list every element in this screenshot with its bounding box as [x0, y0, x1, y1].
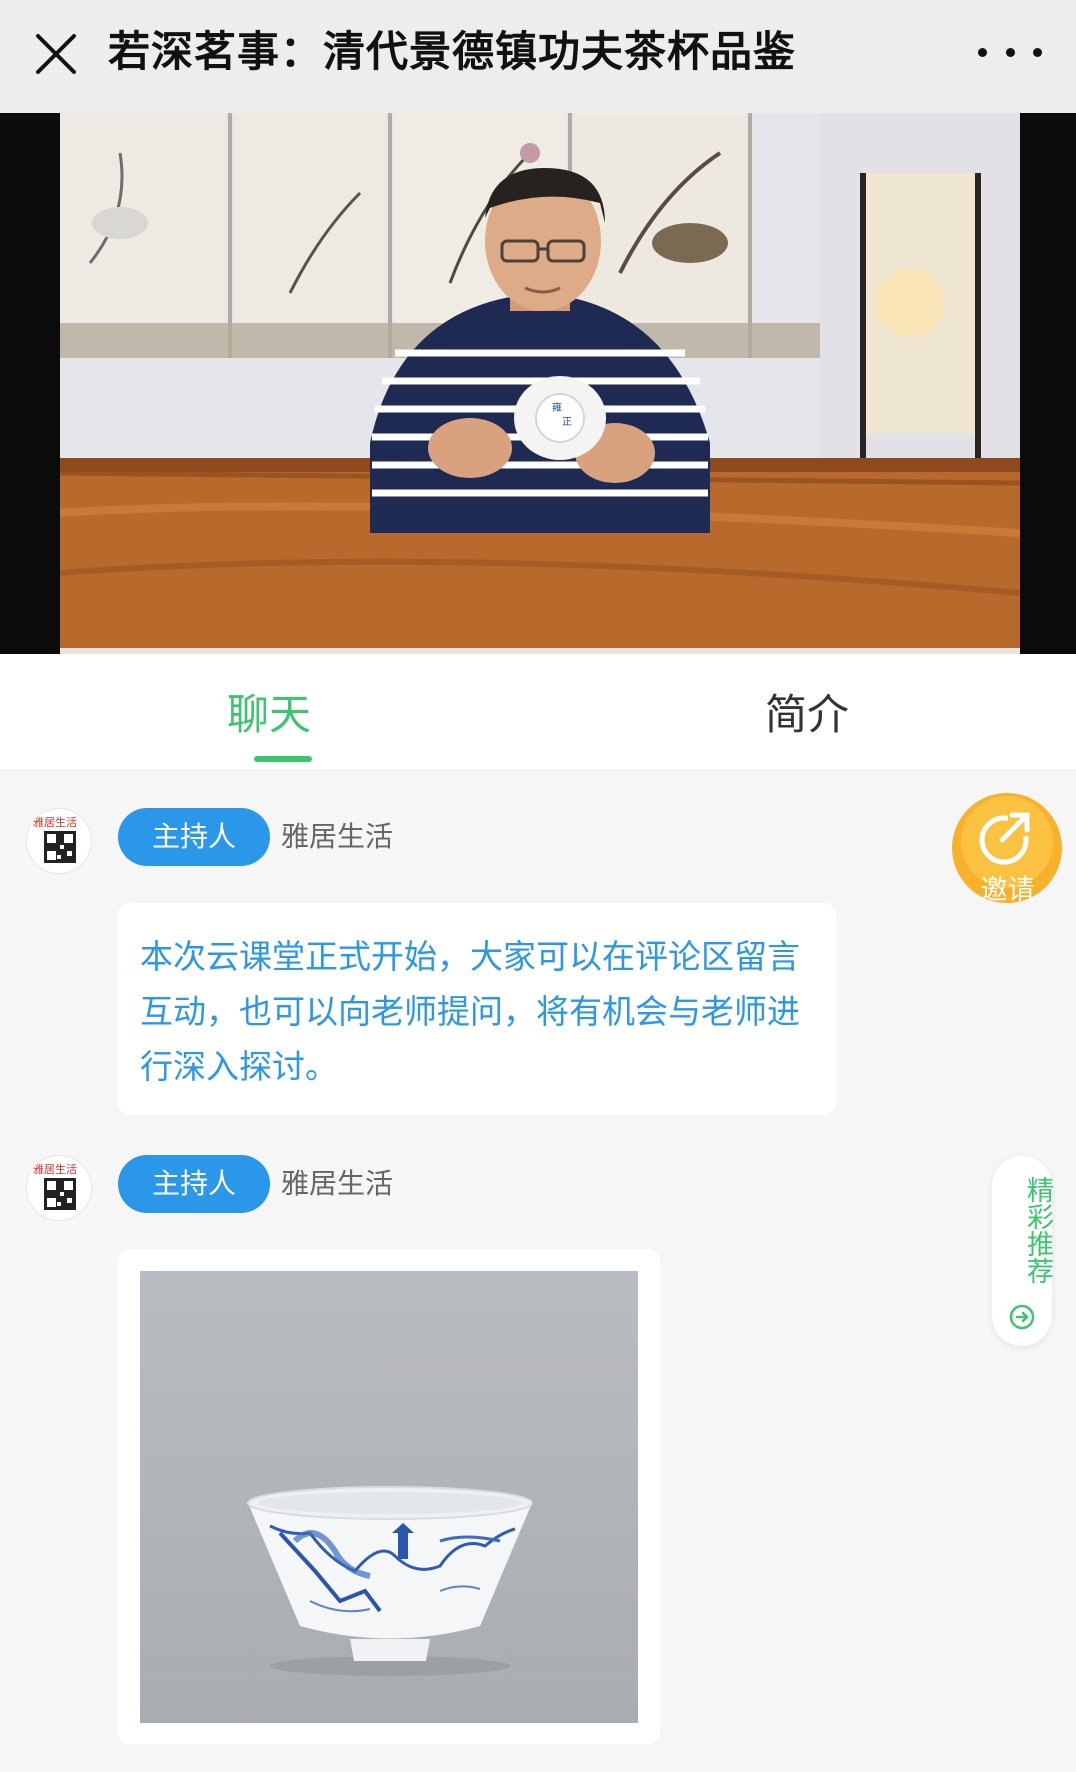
svg-text:正: 正 — [562, 417, 572, 428]
host-badge: 主持人 — [118, 1155, 271, 1213]
page-title: 若深茗事：清代景德镇功夫茶杯品鉴 — [108, 27, 797, 76]
avatar-logo-text: 雅居生活 — [33, 815, 77, 829]
active-tab-indicator — [254, 756, 312, 762]
invite-button[interactable]: 邀请 — [952, 792, 1063, 906]
host-badge: 主持人 — [118, 808, 271, 866]
video-frame[interactable]: 雍 正 — [60, 113, 1020, 654]
teacup-image[interactable] — [140, 1271, 638, 1723]
title-bar: 若深茗事：清代景德镇功夫茶杯品鉴 — [0, 0, 1076, 113]
sender-name: 雅居生活 — [281, 820, 394, 853]
tab-bar: 聊天 简介 — [0, 654, 1076, 769]
avatar[interactable]: 雅居生活 — [26, 808, 92, 874]
image-message-bubble — [118, 1249, 660, 1744]
tab-chat[interactable]: 聊天 — [0, 654, 538, 769]
live-video-player[interactable]: 雍 正 — [0, 113, 1076, 654]
arrow-circle-icon — [1009, 1304, 1035, 1330]
close-icon[interactable] — [30, 28, 82, 80]
invite-label: 邀请 — [980, 875, 1035, 906]
avatar[interactable]: 雅居生活 — [26, 1155, 92, 1221]
avatar-logo-text: 雅居生活 — [33, 1162, 77, 1176]
svg-text:雍: 雍 — [552, 401, 562, 414]
recommend-button[interactable]: 精彩推荐 — [992, 1156, 1053, 1346]
recommend-label: 精彩推荐 — [1022, 1176, 1053, 1284]
more-dots-icon[interactable] — [978, 34, 1042, 70]
tab-intro[interactable]: 简介 — [538, 654, 1076, 769]
message-bubble: 本次云课堂正式开始，大家可以在评论区留言互动，也可以向老师提问，将有机会与老师进… — [118, 903, 836, 1115]
sender-name: 雅居生活 — [281, 1167, 394, 1200]
